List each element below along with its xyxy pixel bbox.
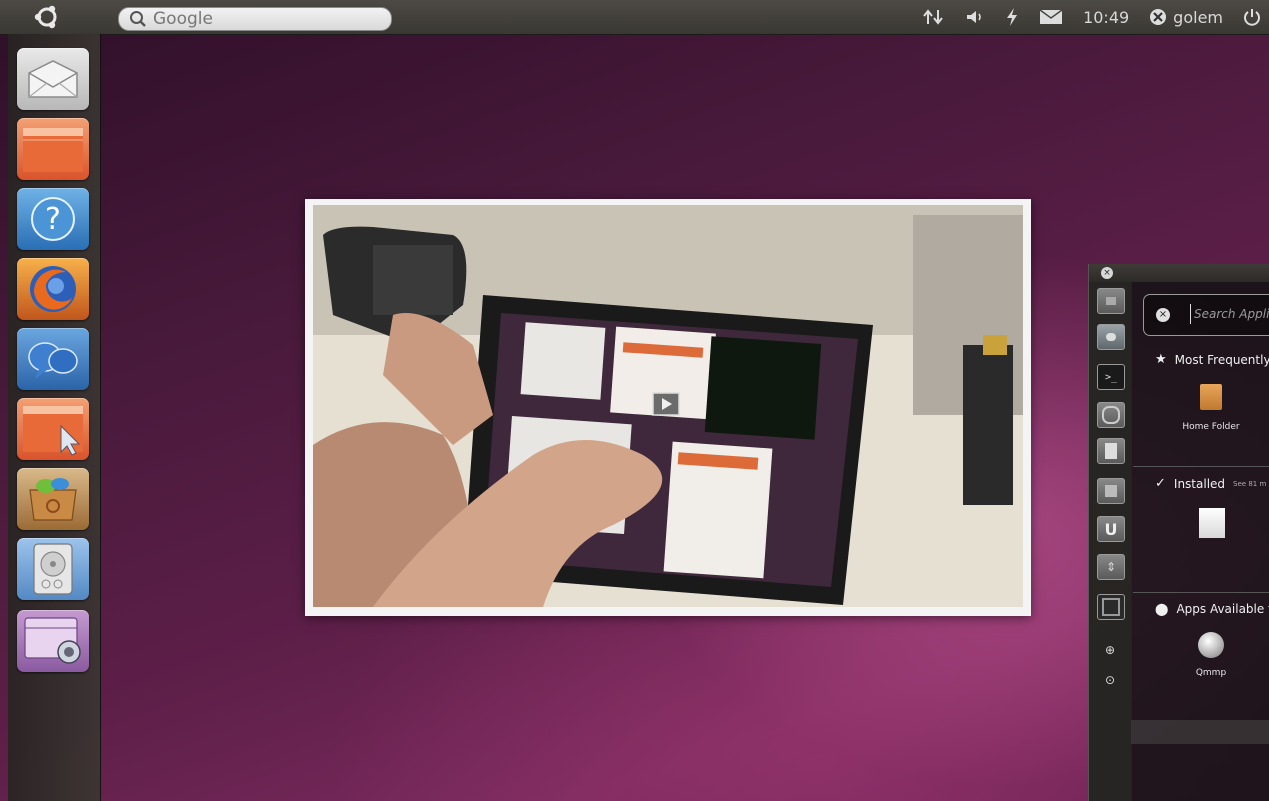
empathy-chat-icon (28, 342, 78, 379)
clock-indicator[interactable]: 10:49 (1083, 8, 1129, 27)
launcher: ? (8, 34, 101, 801)
section-divider (1133, 592, 1269, 593)
tablet-photo-illustration (313, 205, 1023, 607)
dash-close-button[interactable]: × (1101, 267, 1113, 279)
launcher-item-empathy[interactable] (17, 328, 89, 390)
software-center-icon (29, 478, 77, 521)
close-icon: × (1103, 268, 1111, 278)
installed-app-document-icon[interactable] (1199, 508, 1225, 538)
dash-home-button[interactable] (30, 4, 64, 30)
dash-search-field[interactable]: × (1143, 294, 1269, 336)
globe-icon (1102, 406, 1120, 424)
terminal-icon: >_ (1104, 371, 1118, 383)
launcher-item-help[interactable]: ? (17, 188, 89, 250)
panel-search-field[interactable] (118, 7, 392, 31)
section-apps-available[interactable]: ⬤ Apps Available f (1155, 602, 1269, 616)
launcher-item-mail[interactable] (17, 48, 89, 110)
clear-search-icon[interactable]: × (1156, 308, 1170, 322)
dash-mini-launcher: >_ U ⇕ ⊕ ⊙ (1089, 282, 1132, 801)
launcher-item-files[interactable] (17, 398, 89, 460)
mini-launcher-workspaces[interactable] (1097, 594, 1125, 620)
search-icon (130, 11, 146, 27)
mini-launcher-browser[interactable] (1097, 402, 1125, 428)
user-status-icon (1150, 9, 1167, 25)
launcher-item-disk[interactable] (17, 538, 89, 600)
section-apps-available-label: Apps Available f (1176, 602, 1269, 616)
sound-indicator[interactable] (965, 9, 985, 25)
see-more-link[interactable]: See 81 m (1233, 480, 1266, 488)
app-qmmp[interactable]: Qmmp (1171, 632, 1251, 678)
app-home-folder-label: Home Folder (1182, 422, 1240, 432)
disk-drive-icon (33, 543, 73, 595)
section-installed[interactable]: ✓ Installed See 81 m (1155, 476, 1266, 491)
mail-icon (28, 60, 78, 98)
zoom-in-icon: ⊕ (1104, 643, 1116, 657)
ubuntu-logo-icon (34, 5, 57, 29)
section-installed-label: Installed (1173, 476, 1226, 491)
launcher-item-software-center[interactable] (17, 468, 89, 530)
home-icon (1106, 297, 1116, 305)
video-thumbnail[interactable] (305, 199, 1031, 616)
check-circle-icon: ✓ (1155, 476, 1166, 491)
info-icon: ⬤ (1155, 602, 1169, 616)
launcher-item-home-folder[interactable] (17, 118, 89, 180)
launcher-item-workspaces[interactable] (17, 610, 89, 672)
mini-launcher-home[interactable] (1097, 288, 1125, 314)
network-indicator[interactable] (923, 8, 945, 26)
section-most-frequent[interactable]: ★ Most Frequently (1155, 352, 1269, 367)
tools-icon (1105, 485, 1117, 497)
indicator-area: 10:49 golem (923, 0, 1269, 34)
top-panel: 10:49 golem (0, 0, 1269, 35)
section-divider (1133, 466, 1269, 467)
mini-launcher-documents[interactable] (1097, 438, 1125, 464)
envelope-icon (1039, 9, 1063, 24)
help-icon: ? (31, 197, 75, 241)
network-arrows-icon (923, 9, 943, 25)
session-indicator[interactable] (1243, 8, 1261, 26)
tablet-photo (313, 205, 1023, 607)
battery-charge-icon (1007, 8, 1018, 26)
folder-icon (1200, 384, 1222, 410)
dash-window: × >_ U ⇕ ⊕ ⊙ × ★ Most Frequently Home Fo… (1088, 264, 1269, 801)
launcher-item-firefox[interactable] (17, 258, 89, 320)
zoom-icon: ⊙ (1104, 673, 1116, 687)
dash-search-input[interactable] (1190, 304, 1269, 324)
star-icon: ★ (1155, 352, 1167, 367)
chat-icon (1106, 333, 1116, 341)
messaging-indicator[interactable] (1039, 9, 1063, 25)
app-home-folder[interactable]: Home Folder (1171, 384, 1251, 432)
mini-launcher-terminal[interactable]: >_ (1097, 364, 1125, 390)
mini-launcher-chat[interactable] (1097, 324, 1125, 350)
qmmp-icon (1198, 632, 1224, 658)
mini-launcher-zoom[interactable]: ⊙ (1097, 668, 1123, 692)
speaker-icon (967, 11, 981, 23)
panel-search-input[interactable] (153, 9, 373, 29)
power-icon (1244, 9, 1260, 26)
app-qmmp-label: Qmmp (1195, 668, 1227, 678)
power-indicator[interactable] (1005, 8, 1019, 26)
clock-time: 10:49 (1083, 7, 1130, 27)
user-name: golem (1173, 7, 1223, 27)
ubuntu-one-icon: U (1104, 519, 1118, 539)
dash-titlebar: × (1089, 264, 1269, 282)
mini-launcher-updates[interactable]: ⇕ (1097, 554, 1125, 580)
document-icon (1105, 443, 1117, 459)
mini-launcher-zoom-in[interactable]: ⊕ (1097, 638, 1123, 662)
user-indicator[interactable]: golem (1149, 8, 1223, 27)
help-glyph: ? (45, 202, 61, 237)
grid-icon (1102, 598, 1120, 616)
firefox-icon (30, 266, 76, 312)
section-most-frequent-label: Most Frequently (1174, 352, 1269, 367)
files-folder-icon (23, 406, 83, 456)
dash-bottom-bar (1131, 720, 1269, 744)
mini-launcher-ubuntu-one[interactable]: U (1097, 516, 1125, 542)
workspace-switcher-icon (24, 617, 81, 664)
arrows-icon: ⇕ (1105, 560, 1117, 574)
mini-launcher-tools[interactable] (1097, 478, 1125, 504)
home-folder-icon (23, 128, 83, 172)
